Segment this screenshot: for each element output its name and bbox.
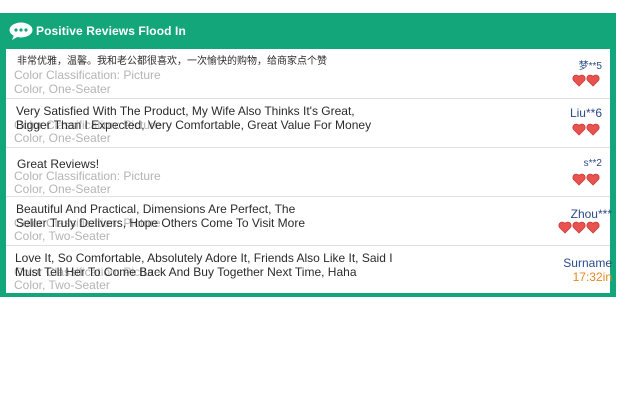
review-text: Beautiful And Practical, Dimensions Are … [16,202,305,230]
reviewer-name: s**2 [583,158,602,169]
review-row: 非常优雅，温馨。我和老公都很喜欢，一次愉快的购物，给商家点个赞 Color Cl… [6,49,610,99]
review-color-option: Color, One-Seater [14,182,111,196]
review-color-classification: Color Classification: Picture [14,169,161,183]
review-color-classification: Color Classification: Picture [14,68,161,82]
heart-icon [572,123,586,136]
review-color-option: Color, One-Seater [14,131,111,145]
heart-icon [572,173,586,186]
speech-bubble-icon [9,22,33,40]
review-text: Great Reviews! [17,157,100,171]
review-text: Very Satisfied With The Product, My Wife… [16,104,372,132]
reviews-panel: Positive Reviews Flood In 非常优雅，温馨。我和老公都很… [0,13,616,297]
panel-header: Positive Reviews Flood In [0,13,616,49]
reviewer-name: Zhou*** [570,207,612,221]
review-time: 17:32in [572,270,612,284]
review-color-option: Color, Two-Seater [14,278,110,292]
heart-icon [558,221,572,234]
heart-icon [572,221,586,234]
heart-icon [572,74,586,87]
reviewer-name: 梦**5 [578,61,602,72]
review-list: 非常优雅，温馨。我和老公都很喜欢，一次愉快的购物，给商家点个赞 Color Cl… [6,49,612,294]
review-text: 非常优雅，温馨。我和老公都很喜欢，一次愉快的购物，给商家点个赞 [17,56,327,67]
review-row: Beautiful And Practical, Dimensions Are … [6,196,612,246]
rating-hearts [572,173,600,186]
rating-hearts [572,123,600,136]
rating-hearts [558,221,600,234]
review-text: Love It, So Comfortable, Absolutely Ador… [15,251,393,279]
reviewer-name: Surname [563,256,612,270]
review-color-option: Color, One-Seater [14,82,111,96]
reviewer-name: Liu**6 [569,106,602,120]
review-row: Great Reviews! Color Classification: Pic… [6,147,610,197]
review-row: Love It, So Comfortable, Absolutely Ador… [6,245,612,294]
review-row: Very Satisfied With The Product, My Wife… [6,98,610,148]
heart-icon [586,173,600,186]
review-color-option: Color, Two-Seater [14,229,110,243]
heart-icon [586,74,600,87]
heart-icon [586,123,600,136]
heart-icon [586,221,600,234]
panel-title: Positive Reviews Flood In [36,24,186,38]
rating-hearts [572,74,600,87]
